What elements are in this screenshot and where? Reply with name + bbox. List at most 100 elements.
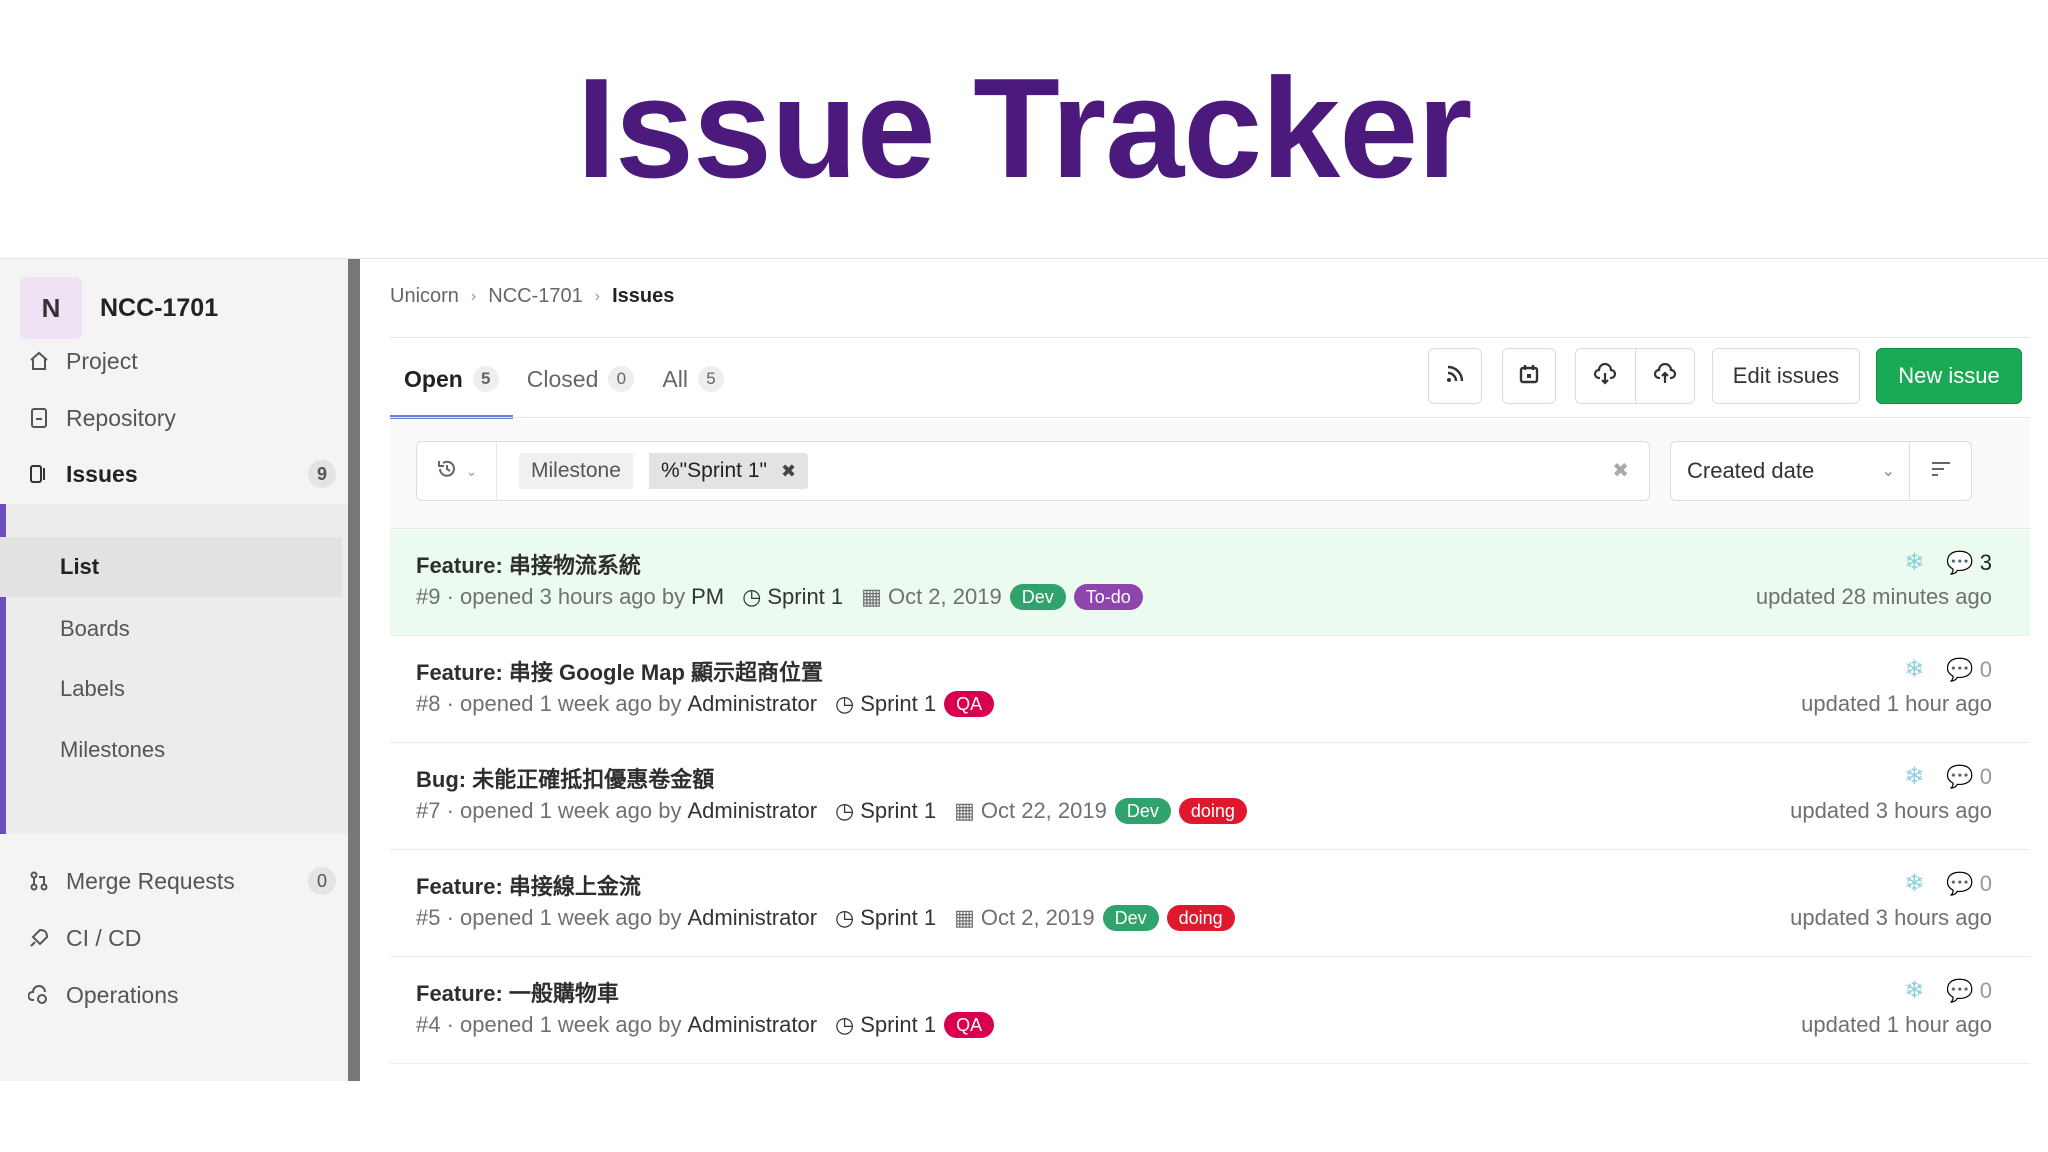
divider <box>390 417 2030 418</box>
issue-comment-count: 0 <box>1979 656 1992 682</box>
breadcrumb-link[interactable]: Unicorn <box>390 285 459 308</box>
tab-open[interactable]: Open 5 <box>390 339 513 419</box>
issue-author[interactable]: Administrator <box>687 798 817 824</box>
issue-due-date-text: Oct 22, 2019 <box>980 798 1107 823</box>
remove-token-icon[interactable]: ✖ <box>781 461 796 482</box>
issue-title[interactable]: Feature: 串接線上金流 <box>416 869 641 901</box>
issue-indicators: ❄ 💬 3 <box>1904 548 1992 577</box>
sidebar-item-repository[interactable]: Repository <box>0 388 348 448</box>
issue-row[interactable]: Bug: 未能正確抵扣優惠卷金額 #7 · opened 1 week ago … <box>390 744 2030 850</box>
new-issue-button[interactable]: New issue <box>1876 348 2022 404</box>
issue-row[interactable]: Feature: 串接 Google Map 顯示超商位置 #8 · opene… <box>390 637 2030 743</box>
issue-meta: #7 · opened 1 week ago by Administrator … <box>416 798 1247 824</box>
label-doing[interactable]: doing <box>1178 798 1247 824</box>
sidebar-item-label: Issues <box>66 460 138 487</box>
assignee-avatar-icon[interactable]: ❄ <box>1904 869 1924 898</box>
issue-milestone[interactable]: ◷ Sprint 1 <box>835 798 936 824</box>
issue-updated: updated 3 hours ago <box>1790 798 1992 823</box>
tab-label: Closed <box>526 365 599 392</box>
sort-direction-button[interactable] <box>1910 441 1972 501</box>
issue-milestone[interactable]: ◷ Sprint 1 <box>835 691 936 717</box>
issue-title[interactable]: Bug: 未能正確抵扣優惠卷金額 <box>416 762 714 794</box>
issue-meta: #5 · opened 1 week ago by Administrator … <box>416 905 1235 931</box>
comments-icon: 💬 <box>1946 549 1974 575</box>
label-qa[interactable]: QA <box>944 1012 995 1038</box>
issue-comment-count: 0 <box>1979 763 1992 789</box>
project-header[interactable]: N NCC-1701 <box>20 277 218 339</box>
tab-all[interactable]: All 5 <box>648 339 738 419</box>
tab-count-badge: 5 <box>697 366 724 392</box>
filtered-search-input[interactable]: ⌄ Milestone %"Sprint 1" ✖ ✖ <box>416 441 1650 501</box>
issue-comments[interactable]: 💬 0 <box>1946 657 1992 683</box>
sidebar-item-merge-requests[interactable]: Merge Requests 0 <box>0 851 348 911</box>
issue-comment-count: 0 <box>1979 977 1992 1003</box>
label-dev[interactable]: Dev <box>1009 584 1066 610</box>
issue-comments[interactable]: 💬 3 <box>1946 550 1992 576</box>
issue-milestone[interactable]: ◷ Sprint 1 <box>742 584 843 610</box>
issue-author[interactable]: Administrator <box>687 905 817 931</box>
issue-row[interactable]: Feature: 串接線上金流 #5 · opened 1 week ago b… <box>390 851 2030 957</box>
issue-ref: #4 <box>416 1012 441 1037</box>
sidebar-item-project[interactable]: Project <box>0 331 348 391</box>
issue-ref: #7 <box>416 798 441 823</box>
issue-author[interactable]: Administrator <box>687 1012 817 1038</box>
issue-opened: · opened 1 week ago by <box>446 1012 682 1037</box>
sidebar-item-operations[interactable]: Operations <box>0 965 348 1025</box>
sidebar-item-issues[interactable]: Issues 9 <box>0 444 348 504</box>
issue-title[interactable]: Feature: 一般購物車 <box>416 976 619 1008</box>
breadcrumb-link[interactable]: NCC-1701 <box>488 285 582 308</box>
issue-row[interactable]: Feature: 串接物流系統 #9 · opened 3 hours ago … <box>390 530 2030 636</box>
issue-comments[interactable]: 💬 0 <box>1946 871 1992 897</box>
comments-icon: 💬 <box>1946 656 1974 682</box>
issue-author[interactable]: PM <box>691 584 724 610</box>
issue-milestone[interactable]: ◷ Sprint 1 <box>835 1012 936 1038</box>
assignee-avatar-icon[interactable]: ❄ <box>1904 548 1924 577</box>
calendar-subscribe-button[interactable] <box>1502 348 1556 404</box>
filter-token-name[interactable]: Milestone <box>519 453 633 489</box>
sidebar-subitem-milestones[interactable]: Milestones <box>0 720 342 780</box>
edit-issues-button[interactable]: Edit issues <box>1712 348 1860 404</box>
issue-author[interactable]: Administrator <box>687 691 817 717</box>
breadcrumb-current[interactable]: Issues <box>612 285 674 308</box>
issue-title[interactable]: Feature: 串接物流系統 <box>416 548 641 580</box>
clear-search-icon[interactable]: ✖ <box>1612 458 1629 483</box>
issue-milestone[interactable]: ◷ Sprint 1 <box>835 905 936 931</box>
recent-searches-dropdown[interactable]: ⌄ <box>417 442 497 500</box>
assignee-avatar-icon[interactable]: ❄ <box>1904 976 1924 1005</box>
label-dev[interactable]: Dev <box>1114 798 1171 824</box>
rss-button[interactable] <box>1428 348 1482 404</box>
label-doing[interactable]: doing <box>1166 905 1235 931</box>
sidebar-subitem-list[interactable]: List <box>0 537 342 597</box>
calendar-icon: ▦ <box>954 905 975 930</box>
gitlab-screenshot: N NCC-1701 Project Repository Issues 9 L… <box>0 258 2048 1081</box>
sort-dropdown[interactable]: Created date ⌄ <box>1670 441 1910 501</box>
tab-closed[interactable]: Closed 0 <box>513 339 649 419</box>
issue-meta: #4 · opened 1 week ago by Administrator … <box>416 1012 995 1038</box>
issue-milestone-text: Sprint 1 <box>860 691 937 716</box>
filter-token-value[interactable]: %"Sprint 1" ✖ <box>649 453 809 489</box>
issue-comments[interactable]: 💬 0 <box>1946 764 1992 790</box>
merge-requests-count-badge: 0 <box>308 867 336 895</box>
issue-comments[interactable]: 💬 0 <box>1946 978 1992 1004</box>
import-button[interactable] <box>1634 349 1695 403</box>
export-button[interactable] <box>1576 349 1635 403</box>
assignee-avatar-icon[interactable]: ❄ <box>1904 655 1924 684</box>
sidebar-item-ci-cd[interactable]: CI / CD <box>0 908 348 968</box>
sidebar-subitem-boards[interactable]: Boards <box>0 599 342 659</box>
merge-request-icon <box>26 868 52 894</box>
calendar-icon: ▦ <box>861 584 882 609</box>
issue-title[interactable]: Feature: 串接 Google Map 顯示超商位置 <box>416 655 823 687</box>
label-dev[interactable]: Dev <box>1102 905 1159 931</box>
rocket-icon <box>26 925 52 951</box>
issue-row[interactable]: Feature: 一般購物車 #4 · opened 1 week ago by… <box>390 958 2030 1064</box>
sidebar-subitem-labels[interactable]: Labels <box>0 659 342 719</box>
clock-icon: ◷ <box>835 798 855 823</box>
label-todo[interactable]: To-do <box>1073 584 1143 610</box>
assignee-avatar-icon[interactable]: ❄ <box>1904 762 1924 791</box>
comments-icon: 💬 <box>1946 977 1974 1003</box>
issue-ref: #9 <box>416 584 441 609</box>
issue-opened: · opened 1 week ago by <box>446 905 682 930</box>
home-icon <box>26 348 52 374</box>
label-qa[interactable]: QA <box>944 691 995 717</box>
chevron-down-icon: ⌄ <box>465 462 478 479</box>
